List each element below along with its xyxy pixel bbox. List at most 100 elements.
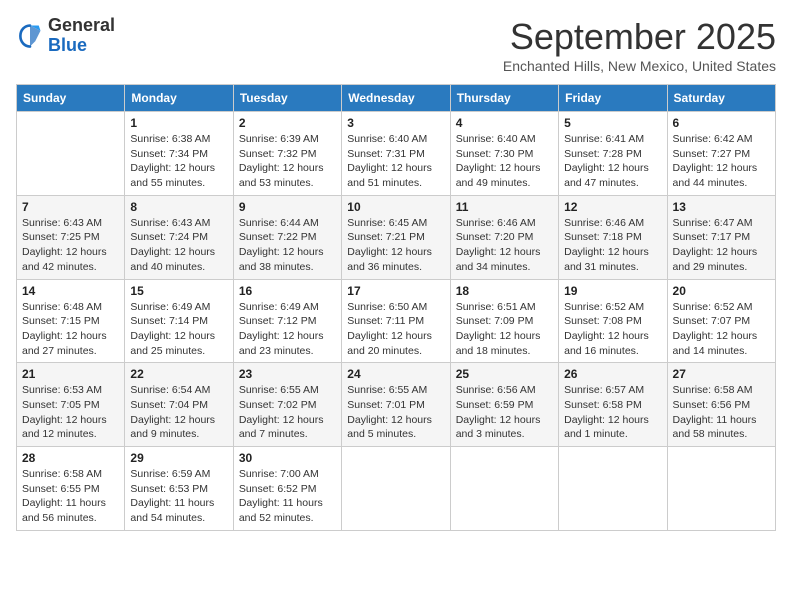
- day-info: Sunrise: 6:50 AM Sunset: 7:11 PM Dayligh…: [347, 300, 444, 359]
- day-info: Sunrise: 6:52 AM Sunset: 7:07 PM Dayligh…: [673, 300, 770, 359]
- calendar-cell: 17 Sunrise: 6:50 AM Sunset: 7:11 PM Dayli…: [342, 279, 450, 363]
- day-number: 20: [673, 284, 770, 298]
- day-info: Sunrise: 6:43 AM Sunset: 7:25 PM Dayligh…: [22, 216, 119, 275]
- day-info: Sunrise: 6:41 AM Sunset: 7:28 PM Dayligh…: [564, 132, 661, 191]
- calendar-cell: 7 Sunrise: 6:43 AM Sunset: 7:25 PM Daylig…: [17, 195, 125, 279]
- day-info: Sunrise: 6:52 AM Sunset: 7:08 PM Dayligh…: [564, 300, 661, 359]
- day-number: 8: [130, 200, 227, 214]
- calendar-cell: [17, 112, 125, 196]
- logo: General Blue: [16, 16, 115, 56]
- calendar-cell: 29Sunrise: 6:59 AM Sunset: 6:53 PM Dayli…: [125, 447, 233, 531]
- header-tuesday: Tuesday: [233, 85, 341, 112]
- week-row-4: 21Sunrise: 6:53 AM Sunset: 7:05 PM Dayli…: [17, 363, 776, 447]
- day-number: 6: [673, 116, 770, 130]
- day-info: Sunrise: 6:44 AM Sunset: 7:22 PM Dayligh…: [239, 216, 336, 275]
- day-number: 30: [239, 451, 336, 465]
- day-number: 11: [456, 200, 553, 214]
- calendar-cell: 19 Sunrise: 6:52 AM Sunset: 7:08 PM Dayli…: [559, 279, 667, 363]
- day-number: 18: [456, 284, 553, 298]
- day-info: Sunrise: 6:47 AM Sunset: 7:17 PM Dayligh…: [673, 216, 770, 275]
- day-info: Sunrise: 6:46 AM Sunset: 7:20 PM Dayligh…: [456, 216, 553, 275]
- calendar-cell: 28 Sunrise: 6:58 AM Sunset: 6:55 PM Dayli…: [17, 447, 125, 531]
- calendar-cell: 15Sunrise: 6:49 AM Sunset: 7:14 PM Dayli…: [125, 279, 233, 363]
- day-info: Sunrise: 6:59 AM Sunset: 6:53 PM Dayligh…: [130, 467, 227, 526]
- logo-text: General Blue: [48, 16, 115, 56]
- day-info: Sunrise: 6:39 AM Sunset: 7:32 PM Dayligh…: [239, 132, 336, 191]
- day-number: 4: [456, 116, 553, 130]
- day-info: Sunrise: 6:38 AM Sunset: 7:34 PM Dayligh…: [130, 132, 227, 191]
- day-number: 25: [456, 367, 553, 381]
- day-number: 12: [564, 200, 661, 214]
- calendar-cell: 14Sunrise: 6:48 AM Sunset: 7:15 PM Dayli…: [17, 279, 125, 363]
- day-number: 26: [564, 367, 661, 381]
- day-number: 22: [130, 367, 227, 381]
- day-number: 10: [347, 200, 444, 214]
- day-info: Sunrise: 6:54 AM Sunset: 7:04 PM Dayligh…: [130, 383, 227, 442]
- day-info: Sunrise: 6:56 AM Sunset: 6:59 PM Dayligh…: [456, 383, 553, 442]
- calendar-cell: 25 Sunrise: 6:56 AM Sunset: 6:59 PM Dayli…: [450, 363, 558, 447]
- week-row-1: 1 Sunrise: 6:38 AM Sunset: 7:34 PM Daylig…: [17, 112, 776, 196]
- calendar-cell: 11 Sunrise: 6:46 AM Sunset: 7:20 PM Dayli…: [450, 195, 558, 279]
- week-row-2: 7 Sunrise: 6:43 AM Sunset: 7:25 PM Daylig…: [17, 195, 776, 279]
- day-info: Sunrise: 6:40 AM Sunset: 7:30 PM Dayligh…: [456, 132, 553, 191]
- day-info: Sunrise: 6:40 AM Sunset: 7:31 PM Dayligh…: [347, 132, 444, 191]
- day-info: Sunrise: 6:57 AM Sunset: 6:58 PM Dayligh…: [564, 383, 661, 442]
- day-number: 16: [239, 284, 336, 298]
- calendar-cell: 21Sunrise: 6:53 AM Sunset: 7:05 PM Dayli…: [17, 363, 125, 447]
- calendar-cell: 1 Sunrise: 6:38 AM Sunset: 7:34 PM Daylig…: [125, 112, 233, 196]
- header-friday: Friday: [559, 85, 667, 112]
- calendar-cell: 26 Sunrise: 6:57 AM Sunset: 6:58 PM Dayli…: [559, 363, 667, 447]
- day-info: Sunrise: 6:53 AM Sunset: 7:05 PM Dayligh…: [22, 383, 119, 442]
- day-info: Sunrise: 6:42 AM Sunset: 7:27 PM Dayligh…: [673, 132, 770, 191]
- day-number: 19: [564, 284, 661, 298]
- calendar-cell: [667, 447, 775, 531]
- day-number: 13: [673, 200, 770, 214]
- calendar-cell: 18Sunrise: 6:51 AM Sunset: 7:09 PM Dayli…: [450, 279, 558, 363]
- calendar-cell: 24 Sunrise: 6:55 AM Sunset: 7:01 PM Dayli…: [342, 363, 450, 447]
- calendar-cell: 9Sunrise: 6:44 AM Sunset: 7:22 PM Daylig…: [233, 195, 341, 279]
- calendar-cell: 16 Sunrise: 6:49 AM Sunset: 7:12 PM Dayli…: [233, 279, 341, 363]
- day-number: 2: [239, 116, 336, 130]
- day-number: 14: [22, 284, 119, 298]
- day-number: 17: [347, 284, 444, 298]
- calendar-cell: 5Sunrise: 6:41 AM Sunset: 7:28 PM Daylig…: [559, 112, 667, 196]
- day-number: 27: [673, 367, 770, 381]
- calendar-table: SundayMondayTuesdayWednesdayThursdayFrid…: [16, 84, 776, 531]
- calendar-cell: 3Sunrise: 6:40 AM Sunset: 7:31 PM Daylig…: [342, 112, 450, 196]
- calendar-cell: [342, 447, 450, 531]
- location: Enchanted Hills, New Mexico, United Stat…: [503, 58, 776, 74]
- day-info: Sunrise: 6:55 AM Sunset: 7:01 PM Dayligh…: [347, 383, 444, 442]
- calendar-cell: 10 Sunrise: 6:45 AM Sunset: 7:21 PM Dayli…: [342, 195, 450, 279]
- calendar-cell: 23Sunrise: 6:55 AM Sunset: 7:02 PM Dayli…: [233, 363, 341, 447]
- logo-icon: [16, 22, 44, 50]
- day-info: Sunrise: 7:00 AM Sunset: 6:52 PM Dayligh…: [239, 467, 336, 526]
- day-info: Sunrise: 6:46 AM Sunset: 7:18 PM Dayligh…: [564, 216, 661, 275]
- calendar-cell: 6 Sunrise: 6:42 AM Sunset: 7:27 PM Daylig…: [667, 112, 775, 196]
- day-info: Sunrise: 6:49 AM Sunset: 7:12 PM Dayligh…: [239, 300, 336, 359]
- day-info: Sunrise: 6:45 AM Sunset: 7:21 PM Dayligh…: [347, 216, 444, 275]
- day-number: 15: [130, 284, 227, 298]
- calendar-cell: 12 Sunrise: 6:46 AM Sunset: 7:18 PM Dayli…: [559, 195, 667, 279]
- header-sunday: Sunday: [17, 85, 125, 112]
- day-number: 24: [347, 367, 444, 381]
- day-info: Sunrise: 6:58 AM Sunset: 6:55 PM Dayligh…: [22, 467, 119, 526]
- day-number: 7: [22, 200, 119, 214]
- page-header: General Blue September 2025 Enchanted Hi…: [16, 16, 776, 74]
- calendar-cell: 8 Sunrise: 6:43 AM Sunset: 7:24 PM Daylig…: [125, 195, 233, 279]
- day-number: 1: [130, 116, 227, 130]
- calendar-cell: 27 Sunrise: 6:58 AM Sunset: 6:56 PM Dayli…: [667, 363, 775, 447]
- day-number: 28: [22, 451, 119, 465]
- header-wednesday: Wednesday: [342, 85, 450, 112]
- calendar-cell: [559, 447, 667, 531]
- calendar-cell: 30 Sunrise: 7:00 AM Sunset: 6:52 PM Dayli…: [233, 447, 341, 531]
- day-info: Sunrise: 6:58 AM Sunset: 6:56 PM Dayligh…: [673, 383, 770, 442]
- day-number: 23: [239, 367, 336, 381]
- header-thursday: Thursday: [450, 85, 558, 112]
- calendar-cell: 22 Sunrise: 6:54 AM Sunset: 7:04 PM Dayli…: [125, 363, 233, 447]
- week-row-3: 14Sunrise: 6:48 AM Sunset: 7:15 PM Dayli…: [17, 279, 776, 363]
- day-info: Sunrise: 6:43 AM Sunset: 7:24 PM Dayligh…: [130, 216, 227, 275]
- month-title: September 2025: [503, 16, 776, 58]
- calendar-cell: 13 Sunrise: 6:47 AM Sunset: 7:17 PM Dayli…: [667, 195, 775, 279]
- header-saturday: Saturday: [667, 85, 775, 112]
- calendar-cell: 2 Sunrise: 6:39 AM Sunset: 7:32 PM Daylig…: [233, 112, 341, 196]
